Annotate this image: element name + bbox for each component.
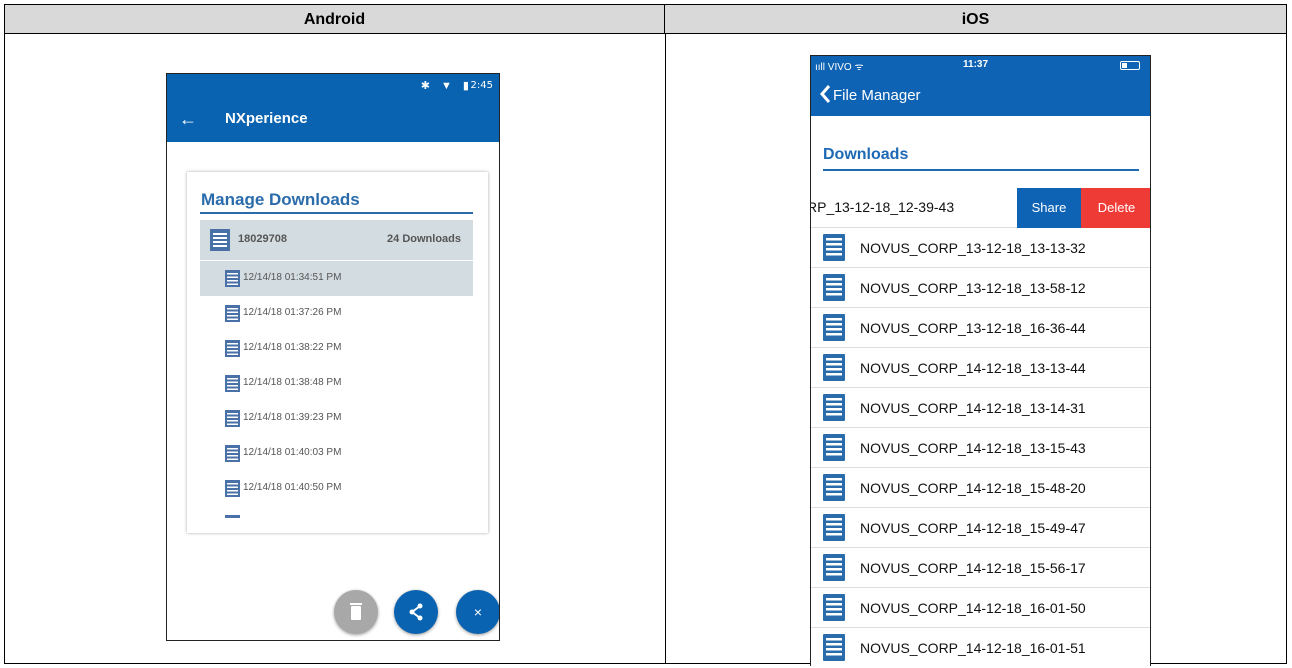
ios-nav-bar: File Manager bbox=[811, 76, 1150, 116]
download-timestamp: 12/14/18 01:40:03 PM bbox=[243, 447, 342, 458]
download-item-row[interactable]: 12/14/18 01:38:48 PM bbox=[200, 366, 473, 401]
delete-fab[interactable] bbox=[334, 590, 378, 634]
file-name: NOVUS_CORP_14-12-18_15-56-17 bbox=[860, 560, 1086, 576]
status-time: 2:45 bbox=[470, 80, 493, 91]
document-icon bbox=[823, 634, 845, 666]
column-divider bbox=[665, 34, 666, 664]
ios-status-bar: ııll VIVO ᯤ 11:37 bbox=[811, 56, 1150, 76]
download-item-row[interactable]: 12/14/18 01:40:03 PM bbox=[200, 436, 473, 471]
manage-downloads-card: Manage Downloads 18029708 24 Downloads 1… bbox=[187, 172, 488, 533]
download-item-row[interactable]: 12/14/18 01:34:51 PM bbox=[200, 261, 473, 296]
document-icon bbox=[823, 314, 845, 346]
file-row[interactable]: NOVUS_CORP_14-12-18_13-14-31 bbox=[811, 388, 1150, 428]
android-status-bar: ✱ ▼ ▮ 2:45 bbox=[167, 74, 499, 98]
document-icon bbox=[823, 594, 845, 626]
android-app-bar: ← NXperience bbox=[167, 98, 499, 142]
download-item-row[interactable]: 12/14/18 01:40:50 PM bbox=[200, 471, 473, 506]
document-icon bbox=[823, 274, 845, 306]
download-group-row[interactable]: 18029708 24 Downloads bbox=[200, 220, 473, 260]
carrier-label: ııll VIVO ᯤ bbox=[815, 62, 864, 73]
app-title: NXperience bbox=[225, 110, 308, 127]
file-row[interactable]: NOVUS_CORP_14-12-18_13-13-44 bbox=[811, 348, 1150, 388]
download-item-row[interactable]: 12/14/18 01:38:22 PM bbox=[200, 331, 473, 366]
file-row[interactable]: NOVUS_CORP_14-12-18_15-48-20 bbox=[811, 468, 1150, 508]
file-name: NOVUS_CORP_14-12-18_13-14-31 bbox=[860, 400, 1086, 416]
share-button[interactable]: Share bbox=[1017, 188, 1081, 228]
file-row[interactable]: NOVUS_CORP_14-12-18_13-15-43 bbox=[811, 428, 1150, 468]
file-row[interactable]: NOVUS_CORP_14-12-18_16-01-51 bbox=[811, 628, 1150, 666]
download-timestamp: 12/14/18 01:39:23 PM bbox=[243, 412, 342, 423]
document-icon bbox=[210, 229, 230, 256]
file-row[interactable]: NOVUS_CORP_13-12-18_13-58-12 bbox=[811, 268, 1150, 308]
file-row[interactable]: NOVUS_CORP_13-12-18_16-36-44 bbox=[811, 308, 1150, 348]
document-icon bbox=[225, 340, 240, 362]
download-timestamp: 12/14/18 01:34:51 PM bbox=[243, 272, 342, 283]
document-icon bbox=[823, 474, 845, 506]
download-timestamp: 12/14/18 01:40:50 PM bbox=[243, 482, 342, 493]
file-row[interactable]: NOVUS_CORP_14-12-18_15-49-47 bbox=[811, 508, 1150, 548]
document-icon bbox=[225, 410, 240, 432]
file-name: NOVUS_CORP_13-12-18_16-36-44 bbox=[860, 320, 1086, 336]
swiped-file-row[interactable]: RP_13-12-18_12-39-43 Share Delete bbox=[811, 188, 1150, 228]
document-icon bbox=[823, 514, 845, 546]
file-name: NOVUS_CORP_14-12-18_15-49-47 bbox=[860, 520, 1086, 536]
file-row[interactable]: NOVUS_CORP_14-12-18_16-01-50 bbox=[811, 588, 1150, 628]
status-icons: ✱ ▼ ▮ bbox=[420, 80, 473, 92]
file-name: NOVUS_CORP_14-12-18_13-13-44 bbox=[860, 360, 1086, 376]
card-title: Manage Downloads bbox=[201, 190, 360, 209]
title-underline bbox=[200, 212, 473, 214]
document-icon bbox=[823, 234, 845, 266]
document-icon bbox=[823, 354, 845, 386]
section-title: Downloads bbox=[823, 146, 909, 163]
status-time: 11:37 bbox=[963, 59, 989, 70]
file-name: NOVUS_CORP_14-12-18_16-01-50 bbox=[860, 600, 1086, 616]
download-timestamp: 12/14/18 01:38:48 PM bbox=[243, 377, 342, 388]
document-icon bbox=[225, 445, 240, 467]
document-icon bbox=[225, 270, 240, 292]
file-name: NOVUS_CORP_13-12-18_13-58-12 bbox=[860, 280, 1086, 296]
trash-icon bbox=[350, 603, 362, 620]
file-name: NOVUS_CORP_14-12-18_15-48-20 bbox=[860, 480, 1086, 496]
close-fab[interactable]: × bbox=[456, 590, 499, 634]
download-count: 24 Downloads bbox=[387, 233, 461, 245]
share-fab[interactable] bbox=[394, 590, 438, 634]
download-item-row[interactable]: 12/14/18 01:37:26 PM bbox=[200, 296, 473, 331]
share-icon bbox=[409, 603, 423, 621]
delete-button[interactable]: Delete bbox=[1081, 188, 1150, 228]
file-row[interactable]: NOVUS_CORP_14-12-18_15-56-17 bbox=[811, 548, 1150, 588]
document-icon bbox=[823, 554, 845, 586]
group-name: 18029708 bbox=[238, 233, 287, 245]
document-icon bbox=[225, 515, 240, 518]
ios-screen: ııll VIVO ᯤ 11:37 File Manager Downloads… bbox=[810, 55, 1151, 666]
ios-header: iOS bbox=[665, 5, 1286, 34]
back-button[interactable]: File Manager bbox=[833, 87, 921, 104]
android-screen: ✱ ▼ ▮ 2:45 ← NXperience Manage Downloads… bbox=[166, 73, 500, 641]
document-icon bbox=[823, 434, 845, 466]
title-underline bbox=[823, 169, 1139, 171]
download-timestamp: 12/14/18 01:37:26 PM bbox=[243, 307, 342, 318]
download-timestamp: 12/14/18 01:38:22 PM bbox=[243, 342, 342, 353]
battery-icon bbox=[1120, 61, 1140, 70]
file-name: NOVUS_CORP_14-12-18_16-01-51 bbox=[860, 640, 1086, 656]
download-item-row[interactable]: 12/14/18 01:39:23 PM bbox=[200, 401, 473, 436]
document-icon bbox=[823, 394, 845, 426]
back-arrow-icon[interactable]: ← bbox=[179, 108, 197, 130]
file-name: NOVUS_CORP_13-12-18_13-13-32 bbox=[860, 240, 1086, 256]
file-name: RP_13-12-18_12-39-43 bbox=[810, 199, 955, 215]
android-header: Android bbox=[5, 5, 665, 34]
document-icon bbox=[225, 305, 240, 327]
file-name: NOVUS_CORP_14-12-18_13-15-43 bbox=[860, 440, 1086, 456]
document-icon bbox=[225, 375, 240, 397]
document-icon bbox=[225, 480, 240, 502]
chevron-left-icon[interactable] bbox=[819, 84, 831, 109]
file-row[interactable]: NOVUS_CORP_13-12-18_13-13-32 bbox=[811, 228, 1150, 268]
